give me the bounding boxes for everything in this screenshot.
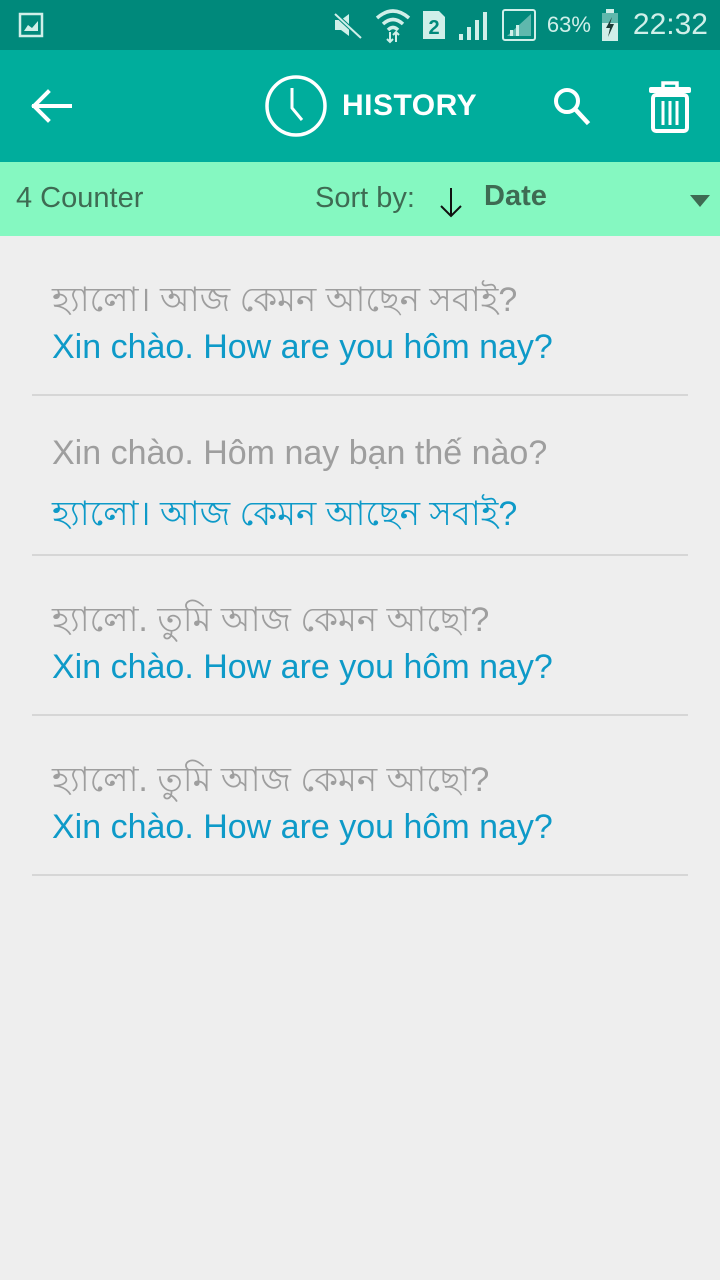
sort-bar: 4 Counter Sort by: Date bbox=[0, 162, 720, 236]
gallery-icon bbox=[18, 12, 44, 38]
source-text: হ্যালো. তুমি আজ কেমন আছো? bbox=[52, 761, 490, 799]
signal-icon bbox=[458, 12, 487, 40]
translation-text: Xin chào. How are you hôm nay? bbox=[52, 648, 553, 686]
svg-text:2: 2 bbox=[428, 17, 439, 39]
source-text: Xin chào. Hôm nay bạn thế nào? bbox=[52, 434, 548, 472]
clock-icon bbox=[265, 75, 327, 137]
trash-icon[interactable] bbox=[646, 80, 694, 134]
history-item[interactable]: হ্যালো। আজ কেমন আছেন সবাই? Xin chào. How… bbox=[32, 236, 688, 396]
mute-icon bbox=[333, 12, 363, 40]
source-text: হ্যালো. তুমি আজ কেমন আছো? bbox=[52, 601, 490, 639]
source-text: হ্যালো। আজ কেমন আছেন সবাই? bbox=[52, 281, 518, 319]
arrow-left-icon[interactable] bbox=[26, 84, 74, 128]
translation-text: হ্যালো। আজ কেমন আছেন সবাই? bbox=[52, 495, 518, 533]
sort-by-label: Sort by: bbox=[315, 182, 415, 214]
title-group: HISTORY bbox=[264, 74, 477, 138]
history-item[interactable]: Xin chào. Hôm nay bạn thế nào? হ্যালো। আ… bbox=[32, 396, 688, 556]
dropdown-caret-icon[interactable] bbox=[690, 195, 710, 207]
app-bar: HISTORY bbox=[0, 50, 720, 162]
wifi-icon bbox=[375, 9, 411, 44]
translation-text: Xin chào. How are you hôm nay? bbox=[52, 328, 553, 366]
search-icon[interactable] bbox=[550, 84, 594, 128]
history-item[interactable]: হ্যালো. তুমি আজ কেমন আছো? Xin chào. How … bbox=[32, 556, 688, 716]
battery-charging-icon bbox=[601, 9, 618, 41]
battery-percent: 63% bbox=[546, 12, 591, 37]
clock-time: 22:32 bbox=[632, 8, 708, 41]
history-item[interactable]: হ্যালো. তুমি আজ কেমন আছো? Xin chào. How … bbox=[32, 716, 688, 876]
translation-text: Xin chào. How are you hôm nay? bbox=[52, 808, 553, 846]
history-counter: 4 Counter bbox=[16, 182, 144, 214]
sort-dropdown[interactable]: Date bbox=[484, 180, 547, 213]
signal-icon-2 bbox=[501, 9, 536, 41]
status-bar: 2 63% 22:32 bbox=[0, 0, 720, 50]
history-list: হ্যালো। আজ কেমন আছেন সবাই? Xin chào. How… bbox=[32, 236, 688, 876]
arrow-down-icon[interactable] bbox=[437, 186, 465, 218]
page-title: HISTORY bbox=[342, 89, 478, 122]
sim2-icon: 2 bbox=[422, 11, 445, 39]
